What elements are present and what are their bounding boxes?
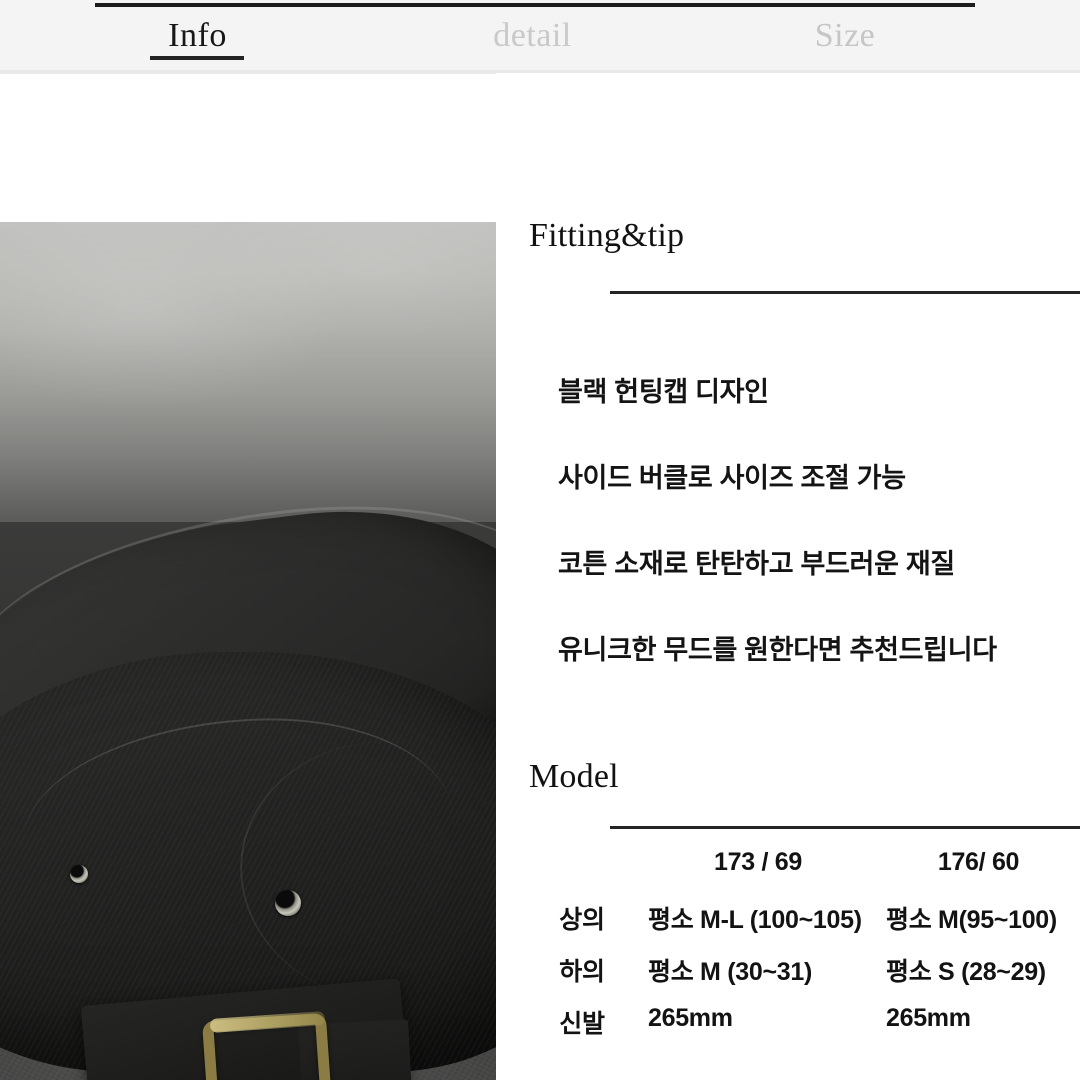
- fitting-heading: Fitting&tip: [529, 217, 685, 254]
- row-label: 신발: [559, 1010, 605, 1038]
- row-value-model-a: 평소 M-L (100~105): [648, 906, 862, 934]
- row-value-model-a: 평소 M (30~31): [648, 958, 812, 986]
- metal-eyelet-icon: [275, 890, 301, 916]
- tab-bar-top-rule: [95, 3, 975, 7]
- fitting-bullet: 코튼 소재로 탄탄하고 부드러운 재질: [558, 549, 955, 579]
- table-row: 신발 265mm 265mm: [496, 1004, 1080, 1056]
- info-panel: Fitting&tip 블랙 헌팅캡 디자인 사이드 버클로 사이즈 조절 가능…: [496, 73, 1080, 1080]
- model-table: 173 / 69 176/ 60 상의 평소 M-L (100~105) 평소 …: [496, 848, 1080, 1056]
- row-value-model-b: 평소 S (28~29): [886, 958, 1046, 986]
- row-value-model-b: 평소 M(95~100): [886, 906, 1057, 934]
- fitting-divider: [610, 291, 1080, 294]
- row-label: 상의: [559, 906, 605, 934]
- model-b-spec: 176/ 60: [937, 848, 1020, 876]
- fitting-bullet: 블랙 헌팅캡 디자인: [558, 377, 769, 407]
- tab-detail[interactable]: detail: [450, 14, 615, 58]
- metal-eyelet-icon: [70, 865, 88, 883]
- row-label: 하의: [559, 958, 605, 986]
- tab-bar: Info detail Size: [0, 0, 1080, 74]
- tab-size[interactable]: Size: [765, 14, 925, 58]
- model-heading: Model: [529, 758, 619, 795]
- model-a-spec: 173 / 69: [714, 848, 802, 876]
- fitting-bullet: 사이드 버클로 사이즈 조절 가능: [558, 463, 906, 493]
- tab-active-indicator: [150, 56, 244, 60]
- row-value-model-a: 265mm: [648, 1004, 733, 1032]
- product-photo: [0, 222, 496, 1080]
- fitting-bullet: 유니크한 무드를 원한다면 추천드립니다: [558, 635, 997, 665]
- table-row: 상의 평소 M-L (100~105) 평소 M(95~100): [496, 900, 1080, 952]
- product-detail-page: Info detail Size Fitting&tip 블랙 헌팅캡 디자인 …: [0, 0, 1080, 1080]
- table-header-row: 173 / 69 176/ 60: [496, 848, 1080, 900]
- tab-info[interactable]: Info: [120, 14, 275, 58]
- model-divider: [610, 826, 1080, 829]
- table-row: 하의 평소 M (30~31) 평소 S (28~29): [496, 952, 1080, 1004]
- row-value-model-b: 265mm: [886, 1004, 971, 1032]
